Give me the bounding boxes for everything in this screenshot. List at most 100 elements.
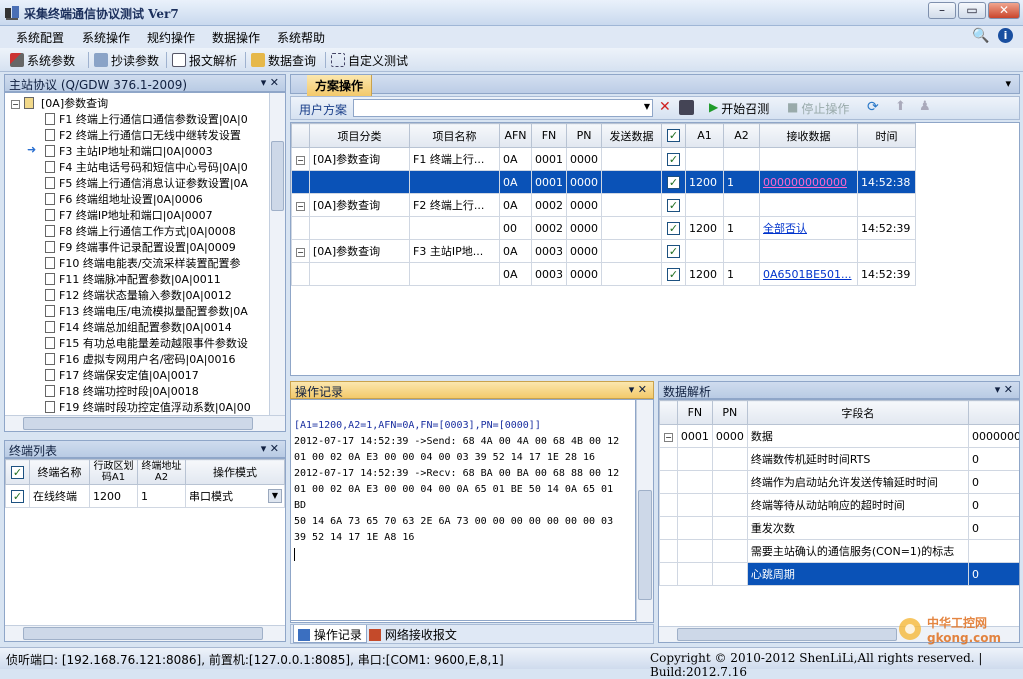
plan-result-row[interactable]: 00 0002 0000 ✓ 1200 1 全部否认 14:52:39	[291, 216, 916, 240]
tree-item[interactable]: F6 终端组地址设置|0A|0006	[45, 191, 203, 207]
plan-cell-recv-text[interactable]: 全部否认	[763, 222, 807, 235]
collapse-icon[interactable]: −	[296, 155, 305, 165]
plan-group-row[interactable]: − [0A]参数查询 F3 主站IP地... 0A 0003 0000 ✓	[291, 239, 916, 263]
data-query-button[interactable]: 数据查询	[251, 51, 316, 69]
custom-test-button[interactable]: 自定义测试	[331, 51, 408, 69]
plan-cell-recv-text[interactable]: 000000000000	[763, 176, 847, 189]
user-icon[interactable]: ♟	[919, 99, 931, 114]
delete-icon[interactable]: ✕	[659, 99, 671, 115]
plan-group-row[interactable]: − [0A]参数查询 F1 终端上行... 0A 0001 0000 ✓	[291, 147, 916, 171]
menu-data-ops[interactable]: 数据操作	[212, 29, 260, 46]
collapse-icon[interactable]: −	[11, 100, 20, 109]
tree-item[interactable]: ➜ F3 主站IP地址和端口|0A|0003	[27, 143, 213, 159]
up-icon[interactable]: ⬆	[895, 99, 906, 114]
menu-protocol-ops[interactable]: 规约操作	[147, 29, 195, 46]
row-checkbox[interactable]: ✓	[661, 262, 686, 286]
tree-hscrollbar[interactable]	[5, 415, 285, 431]
tree-item[interactable]: F14 终端总加组配置参数|0A|0014	[45, 319, 232, 335]
parse-row[interactable]: 终端数传机延时时间RTS 0	[659, 447, 1019, 471]
plan-col-header[interactable]: 项目名称	[409, 123, 500, 148]
col-terminal-name[interactable]: 终端名称	[29, 459, 90, 485]
plan-col-header[interactable]: 发送数据	[601, 123, 662, 148]
close-button[interactable]: ✕	[988, 2, 1020, 19]
plan-col-header[interactable]: 接收数据	[759, 123, 858, 148]
plan-col-header[interactable]: PN	[566, 123, 602, 148]
row-checkbox[interactable]: ✓	[661, 239, 686, 263]
log-vscrollbar[interactable]	[636, 400, 653, 622]
col-value[interactable]	[968, 400, 1019, 425]
info-icon[interactable]: i	[998, 28, 1013, 43]
plan-col-header[interactable]: 项目分类	[309, 123, 410, 148]
log-text[interactable]: [A1=1200,A2=1,AFN=0A,FN=[0003],PN=[0000]…	[290, 399, 636, 621]
tree-item[interactable]: F9 终端事件记录配置设置|0A|0009	[45, 239, 236, 255]
terminal-row[interactable]: ✓ 在线终端 1200 1 串口模式 ▼	[5, 484, 285, 508]
plan-col-header[interactable]: 时间	[857, 123, 916, 148]
minimize-button[interactable]: –	[928, 2, 956, 19]
collapse-toggle[interactable]: −	[291, 239, 310, 263]
col-fn[interactable]: FN	[676, 400, 713, 425]
parse-row[interactable]: −00010000数据000000000	[659, 424, 1019, 448]
collapse-toggle[interactable]: −	[291, 193, 310, 217]
tree-item[interactable]: F7 终端IP地址和端口|0A|0007	[45, 207, 213, 223]
row-checkbox[interactable]: ✓	[661, 193, 686, 217]
tab-plan[interactable]: 方案操作	[307, 75, 373, 96]
mode-select[interactable]: 串口模式 ▼	[185, 484, 285, 508]
start-test-button[interactable]: ▶ 开始召测	[709, 100, 769, 117]
col-field[interactable]: 字段名	[746, 400, 970, 425]
col-pn[interactable]: PN	[711, 400, 748, 425]
pin-icon[interactable]: ▾ ✕	[261, 76, 279, 89]
pin-icon[interactable]: ▾ ✕	[629, 383, 647, 396]
dropdown-icon[interactable]: ▼	[644, 102, 650, 111]
refresh-icon[interactable]: ⟳	[867, 99, 879, 115]
dropdown-icon[interactable]: ▼	[268, 489, 282, 503]
select-all-checkbox[interactable]: ✓	[661, 123, 686, 148]
tree-item[interactable]: F2 终端上行通信口无线中继转发设置	[45, 127, 241, 143]
row-checkbox[interactable]: ✓	[661, 216, 686, 240]
collapse-icon[interactable]: −	[296, 247, 305, 257]
read-params-button[interactable]: 抄读参数	[94, 51, 159, 69]
plan-result-row[interactable]: 0A 0001 0000 ✓ 1200 1 000000000000 14:52:38	[291, 170, 916, 194]
plan-cell-recv-text[interactable]: 0A6501BE501...	[763, 268, 852, 281]
tab-network-messages[interactable]: 网络接收报文	[365, 625, 461, 643]
plan-group-row[interactable]: − [0A]参数查询 F2 终端上行... 0A 0002 0000 ✓	[291, 193, 916, 217]
parse-row[interactable]: 重发次数 0	[659, 516, 1019, 540]
pin-icon[interactable]: ▾ ✕	[995, 383, 1013, 396]
tree-item[interactable]: F13 终端电压/电流模拟量配置参数|0A	[45, 303, 248, 319]
tree-item[interactable]: F5 终端上行通信消息认证参数设置|0A	[45, 175, 248, 191]
tree-vscrollbar[interactable]	[269, 93, 285, 415]
menu-help[interactable]: 系统帮助	[277, 29, 325, 46]
collapse-toggle[interactable]: −	[291, 147, 310, 171]
parse-row[interactable]: 心跳周期 0	[659, 562, 1019, 586]
terminal-checkbox[interactable]: ✓	[5, 484, 30, 508]
parse-row[interactable]: 需要主站确认的通信服务(CON=1)的标志	[659, 539, 1019, 563]
collapse-icon[interactable]: −	[296, 201, 305, 211]
tree-item[interactable]: F17 终端保安定值|0A|0017	[45, 367, 199, 383]
plan-col-header[interactable]: FN	[531, 123, 567, 148]
collapse-icon[interactable]: −	[663, 432, 673, 442]
chevron-down-icon[interactable]: ▾	[1005, 77, 1011, 90]
tree-item[interactable]: F1 终端上行通信口通信参数设置|0A|0	[45, 111, 248, 127]
menu-system-ops[interactable]: 系统操作	[82, 29, 130, 46]
row-checkbox[interactable]: ✓	[661, 147, 686, 171]
tree-item[interactable]: F10 终端电能表/交流采样装置配置参	[45, 255, 241, 271]
user-plan-select[interactable]: ▼	[353, 99, 653, 117]
plan-col-header[interactable]: A1	[685, 123, 724, 148]
tree-item[interactable]: F18 终端功控时段|0A|0018	[45, 383, 199, 399]
tab-operation-log[interactable]: 操作记录	[293, 625, 367, 643]
col-a1[interactable]: 行政区划码A1	[89, 459, 138, 485]
tree-item[interactable]: F19 终端时段功控定值浮动系数|0A|00	[45, 399, 251, 415]
tree-item[interactable]: F11 终端脉冲配置参数|0A|0011	[45, 271, 221, 287]
collapse-toggle[interactable]: −	[659, 424, 678, 448]
tree-item[interactable]: F12 终端状态量输入参数|0A|0012	[45, 287, 232, 303]
select-all-checkbox[interactable]: ✓	[5, 459, 30, 485]
parse-row[interactable]: 终端作为启动站允许发送传输延时时间 0	[659, 470, 1019, 494]
tree-item[interactable]: F8 终端上行通信工作方式|0A|0008	[45, 223, 236, 239]
plan-result-row[interactable]: 0A 0003 0000 ✓ 1200 1 0A6501BE501... 14:52:39	[291, 262, 916, 286]
tree-root[interactable]: − [0A]参数查询	[11, 95, 108, 111]
save-icon[interactable]	[679, 100, 694, 115]
col-mode[interactable]: 操作模式	[185, 459, 285, 485]
menu-system-config[interactable]: 系统配置	[16, 29, 64, 46]
pin-icon[interactable]: ▾ ✕	[261, 442, 279, 455]
row-checkbox[interactable]: ✓	[661, 170, 686, 194]
plan-col-header[interactable]: AFN	[499, 123, 532, 148]
